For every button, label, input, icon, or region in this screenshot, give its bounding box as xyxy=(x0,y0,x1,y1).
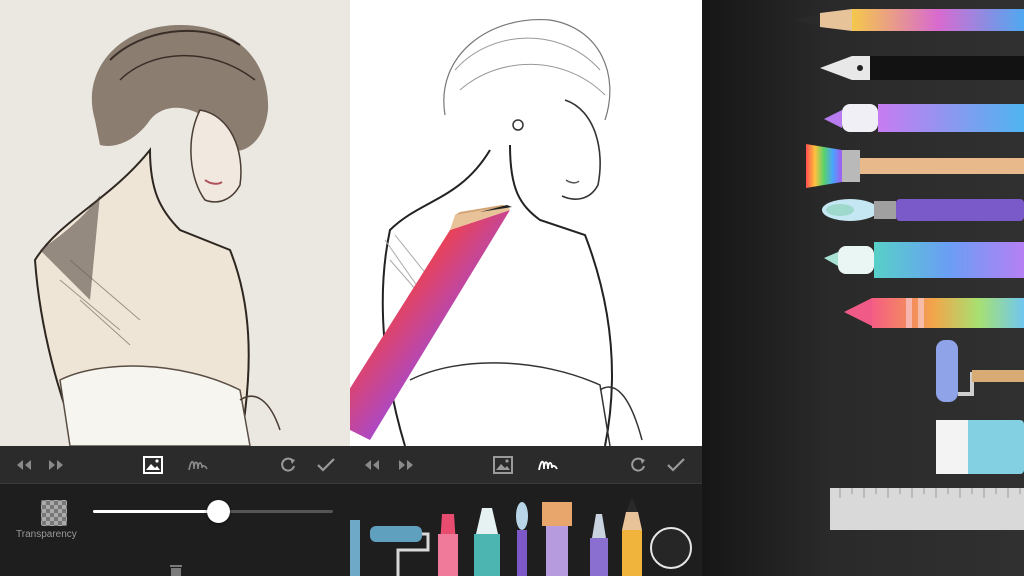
crayon-tool[interactable] xyxy=(438,514,458,576)
brush-tray-tools xyxy=(350,498,642,576)
middle-app-panel xyxy=(350,0,702,576)
fine-pen-tool[interactable] xyxy=(590,514,608,576)
undo-icon[interactable] xyxy=(12,453,36,477)
paint-roller-tool[interactable] xyxy=(370,526,430,576)
redo-icon[interactable] xyxy=(44,453,68,477)
colored-pencil-tool[interactable] xyxy=(796,9,1024,31)
transparency-slider[interactable] xyxy=(93,500,333,523)
refresh-icon[interactable] xyxy=(276,453,300,477)
ruler-tool[interactable] xyxy=(830,488,1024,530)
marker-tool[interactable] xyxy=(824,104,1024,132)
felt-pen-tool[interactable] xyxy=(350,520,360,576)
image-layer-icon[interactable] xyxy=(491,453,515,477)
tools-showcase xyxy=(796,9,1024,530)
transparency-slider-fill xyxy=(93,510,218,513)
fountain-pen-tool[interactable] xyxy=(820,56,1024,80)
left-toolbar xyxy=(0,446,350,484)
tools-showcase-panel xyxy=(702,0,1024,576)
check-icon[interactable] xyxy=(664,453,688,477)
redo-icon[interactable] xyxy=(394,453,418,477)
refresh-icon[interactable] xyxy=(626,453,650,477)
line-sketch-canvas[interactable] xyxy=(350,0,702,446)
transparency-label: Transparency xyxy=(16,529,77,540)
color-picker-button[interactable] xyxy=(650,527,692,569)
check-icon[interactable] xyxy=(314,453,338,477)
brush-tray xyxy=(350,484,702,576)
left-app-panel: Transparency xyxy=(0,0,350,576)
round-brush-tool[interactable] xyxy=(822,199,1024,221)
tinted-sketch-canvas[interactable] xyxy=(0,0,350,446)
paint-roller-tool[interactable] xyxy=(936,340,1024,402)
colored-pencil-tool[interactable] xyxy=(622,498,642,576)
brush-stroke-icon[interactable] xyxy=(536,453,560,477)
transparency-slider-thumb[interactable] xyxy=(206,500,230,523)
crayon-tool[interactable] xyxy=(844,298,1024,328)
trash-icon[interactable] xyxy=(168,564,184,576)
wide-brush-tool[interactable] xyxy=(806,144,1024,188)
middle-toolbar xyxy=(350,446,702,484)
brush-stroke-icon[interactable] xyxy=(186,453,210,477)
undo-icon[interactable] xyxy=(360,453,384,477)
image-layer-icon[interactable] xyxy=(141,453,165,477)
transparency-swatch-icon xyxy=(41,500,67,526)
eraser-tool[interactable] xyxy=(936,420,1024,474)
wide-brush-tool[interactable] xyxy=(542,502,572,576)
felt-pen-tool[interactable] xyxy=(824,242,1024,278)
round-brush-tool[interactable] xyxy=(516,502,528,576)
marker-tool[interactable] xyxy=(474,508,500,576)
